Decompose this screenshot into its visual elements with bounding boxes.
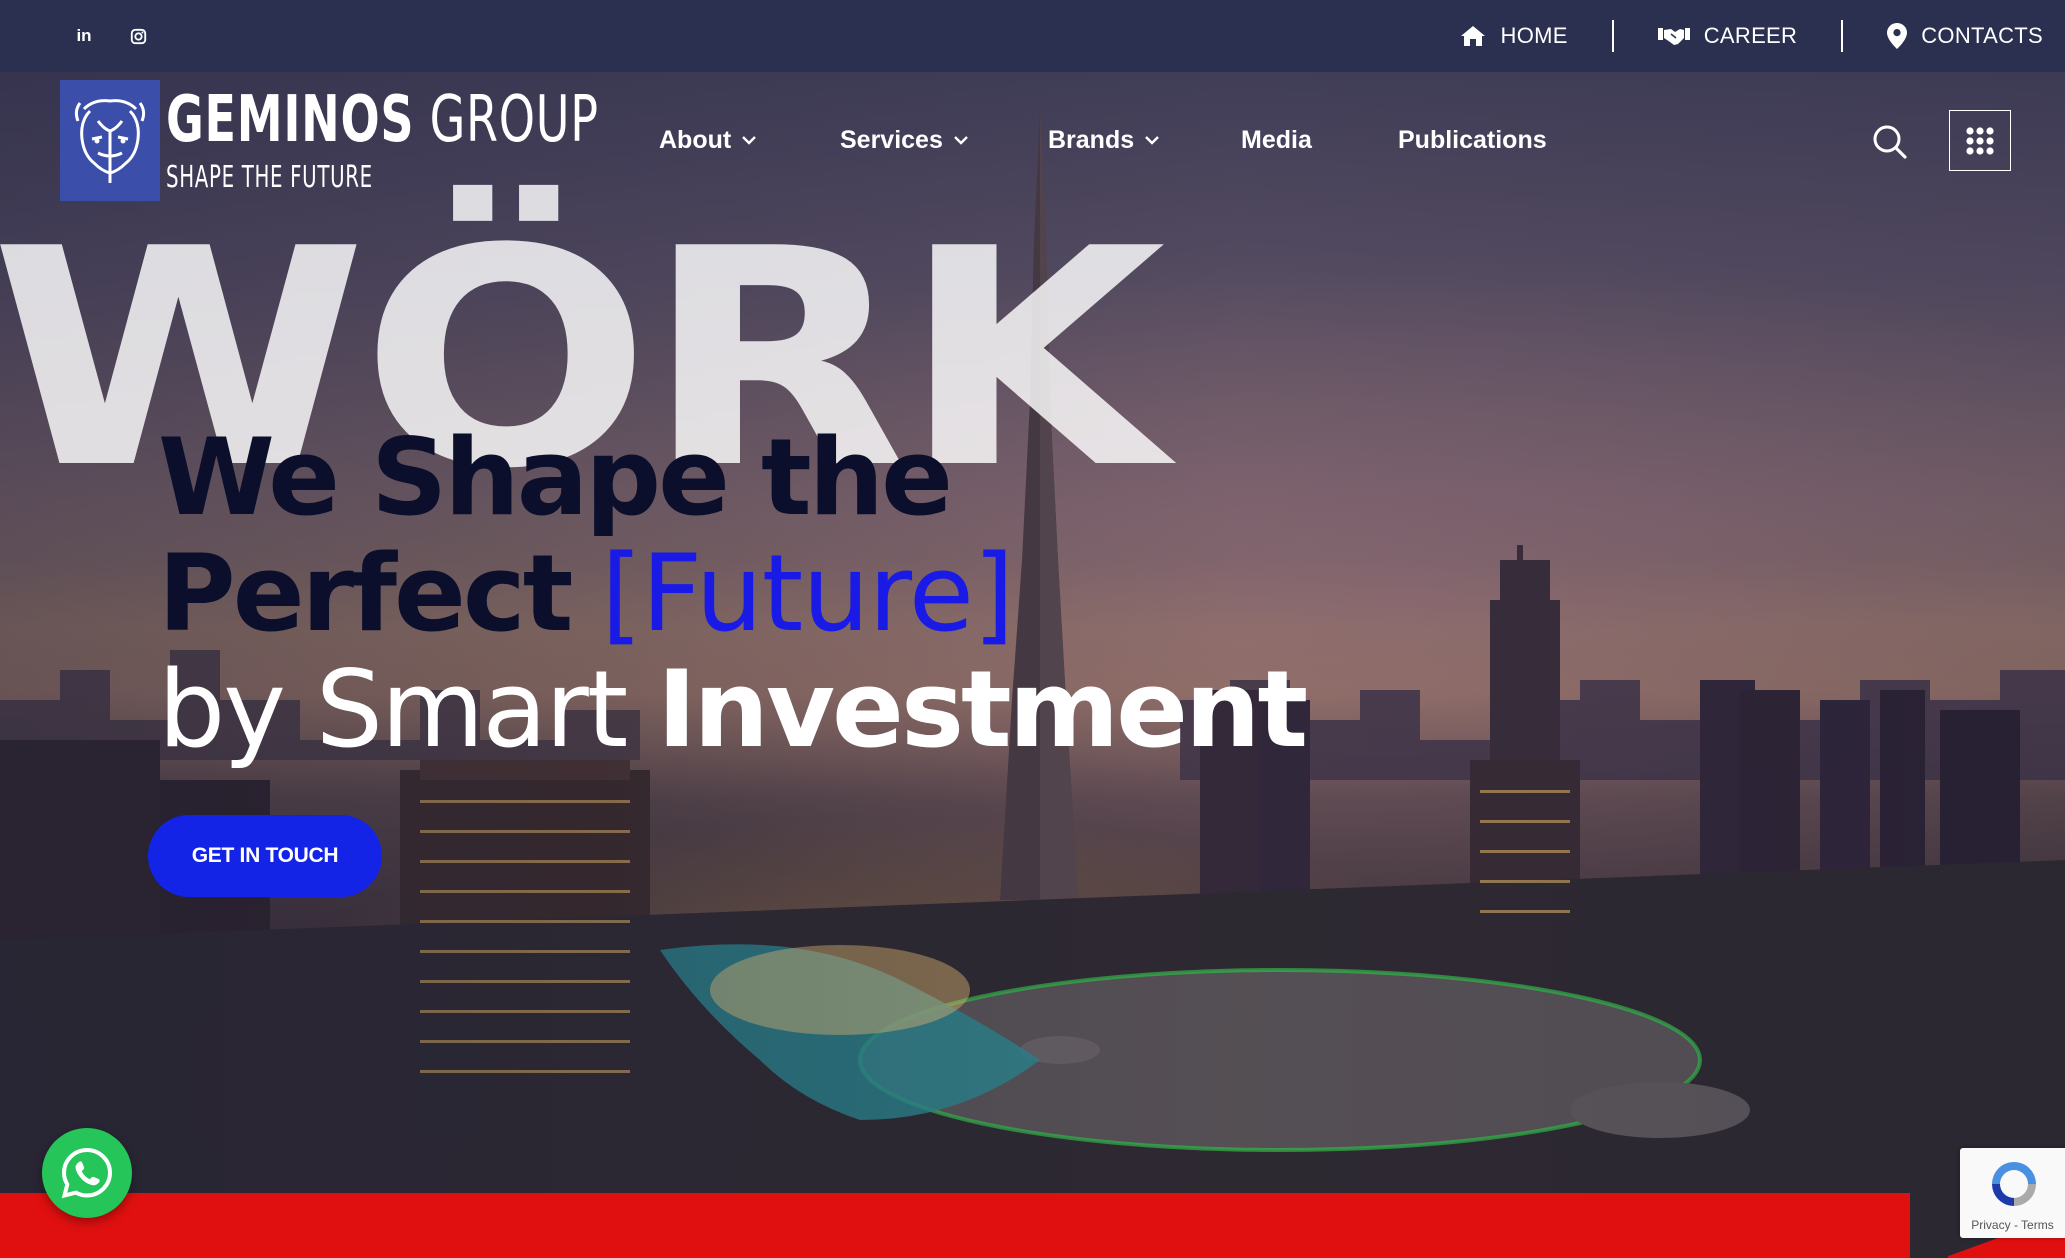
grid-menu-icon bbox=[1966, 126, 1994, 155]
nav-item-media-label: Media bbox=[1241, 125, 1312, 154]
chevron-down-icon bbox=[954, 136, 968, 145]
recaptcha-icon bbox=[1992, 1162, 2036, 1206]
search-button[interactable] bbox=[1868, 120, 1912, 164]
nav-item-services-label: Services bbox=[840, 125, 943, 154]
headline-line-1: We Shape the bbox=[158, 416, 953, 539]
headline-future: [Future] bbox=[601, 532, 1014, 655]
nav-item-services[interactable]: Services bbox=[840, 116, 969, 164]
headline-by-smart: by Smart bbox=[158, 648, 628, 771]
headline-perfect: Perfect bbox=[158, 532, 573, 655]
recaptcha-badge[interactable]: Privacy - Terms bbox=[1960, 1148, 2065, 1238]
hero-headline: We Shape the Perfect [Future] by Smart I… bbox=[158, 420, 1358, 768]
chevron-down-icon bbox=[1145, 136, 1159, 145]
location-pin-icon bbox=[1887, 23, 1908, 49]
get-in-touch-button[interactable]: GET IN TOUCH bbox=[148, 815, 382, 897]
twin-faces-logo-icon bbox=[74, 98, 146, 183]
brand-name: GEMINOS GROUP bbox=[166, 80, 599, 160]
home-icon bbox=[1460, 26, 1485, 46]
brand-name-light: GROUP bbox=[429, 83, 599, 157]
headline-line-3: by Smart Investment bbox=[158, 652, 1358, 768]
nav-item-brands-label: Brands bbox=[1048, 125, 1135, 154]
handshake-icon bbox=[1657, 28, 1690, 45]
top-link-career[interactable]: CAREER bbox=[1614, 0, 1842, 72]
headline-line-2: Perfect [Future] bbox=[158, 536, 1358, 652]
instagram-link[interactable] bbox=[118, 0, 158, 72]
recaptcha-terms[interactable]: Privacy - Terms bbox=[1960, 1218, 2065, 1232]
top-link-contacts[interactable]: CONTACTS bbox=[1843, 0, 2043, 72]
top-link-career-label: CAREER bbox=[1703, 23, 1798, 48]
top-bar: in HOME CAREER CONTACTS bbox=[0, 0, 2065, 72]
whatsapp-icon bbox=[61, 1147, 113, 1199]
nav-item-about[interactable]: About bbox=[659, 116, 757, 164]
top-link-home-label: HOME bbox=[1500, 23, 1568, 48]
search-icon bbox=[1873, 125, 1907, 159]
top-link-contacts-label: CONTACTS bbox=[1921, 23, 2043, 48]
brand-tagline: SHAPE THE FUTURE bbox=[166, 160, 373, 195]
headline-investment: Investment bbox=[657, 648, 1308, 771]
instagram-icon bbox=[130, 28, 146, 44]
apps-menu-button[interactable] bbox=[1949, 110, 2011, 171]
nav-item-brands[interactable]: Brands bbox=[1048, 116, 1160, 164]
top-nav: HOME CAREER CONTACTS bbox=[1415, 0, 2043, 72]
top-link-home[interactable]: HOME bbox=[1415, 0, 1612, 72]
logo[interactable] bbox=[60, 80, 160, 201]
linkedin-link[interactable]: in bbox=[64, 0, 104, 72]
chevron-down-icon bbox=[742, 136, 757, 145]
nav-item-media[interactable]: Media bbox=[1241, 116, 1312, 164]
nav-item-about-label: About bbox=[659, 125, 732, 154]
whatsapp-button[interactable] bbox=[42, 1128, 132, 1218]
red-section-band bbox=[0, 1193, 1910, 1258]
linkedin-icon: in bbox=[76, 26, 92, 45]
brand-name-bold: GEMINOS bbox=[166, 83, 415, 157]
nav-item-publications[interactable]: Publications bbox=[1398, 116, 1547, 164]
nav-item-publications-label: Publications bbox=[1398, 125, 1547, 154]
